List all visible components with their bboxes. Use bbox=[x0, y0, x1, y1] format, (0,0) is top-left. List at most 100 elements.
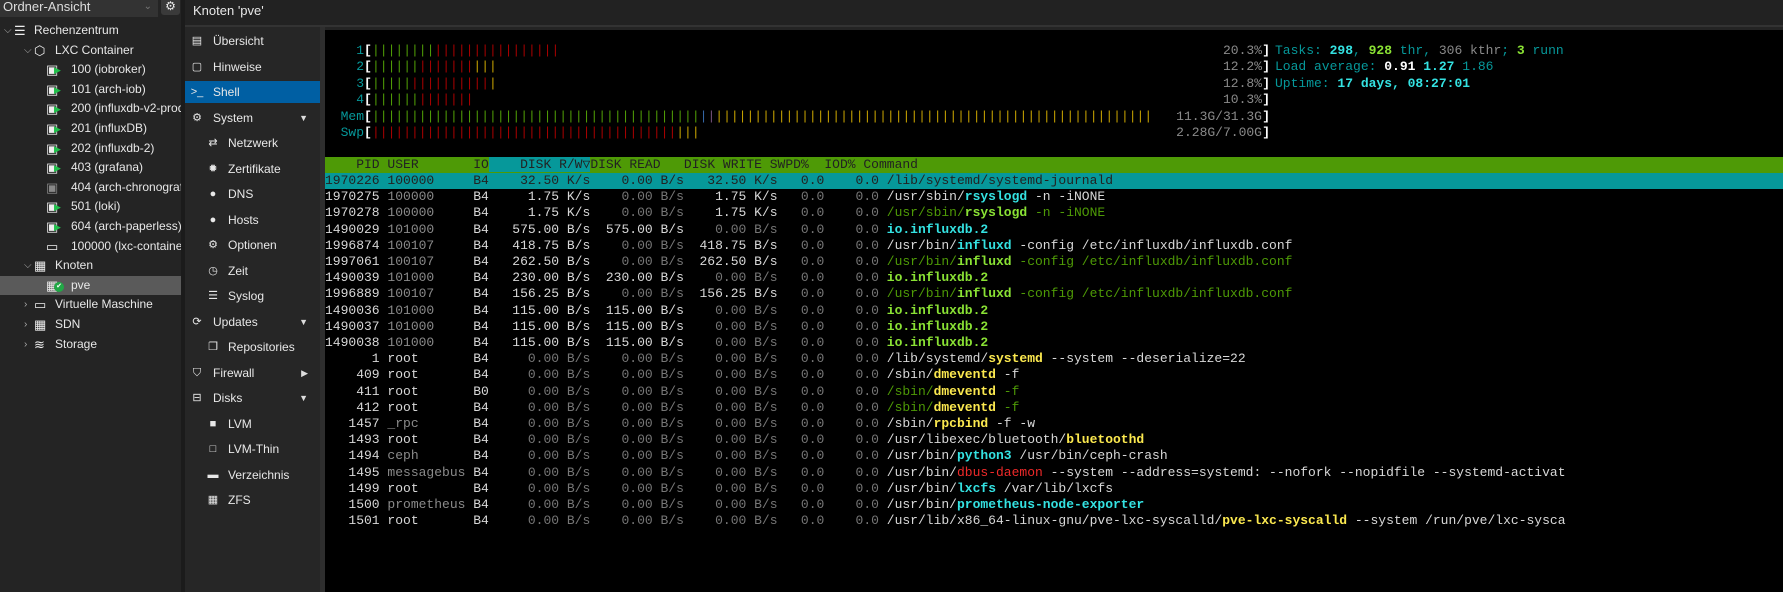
pid-cell: 1490036 bbox=[325, 302, 388, 318]
swpd-cell: 0.0 bbox=[777, 286, 825, 302]
tree-item-label: 501 (loki) bbox=[71, 199, 121, 214]
resource-tree: Ordner-Ansicht ⌄ ⚙ ⌵ ☰ Rechenzentrum ⌵ ⬡ LXC … bbox=[0, 0, 181, 592]
header-col-disk-write[interactable]: DISK WRITE bbox=[668, 157, 762, 172]
caret-down-icon[interactable]: ▼ bbox=[299, 387, 308, 409]
nav-item-zeit[interactable]: ◷ Zeit bbox=[185, 260, 320, 282]
swpd-cell: 0.0 bbox=[777, 432, 825, 448]
view-selector[interactable]: Ordner-Ansicht ⌄ bbox=[0, 0, 158, 17]
iod-cell: 0.0 bbox=[824, 205, 887, 221]
chevron-right-icon[interactable]: › bbox=[24, 335, 27, 354]
chevron-down-icon[interactable]: ⌵ bbox=[24, 41, 32, 60]
chevron-down-icon[interactable]: ⌵ bbox=[24, 256, 32, 275]
header-col-pid[interactable]: PID bbox=[325, 157, 387, 172]
process-row[interactable]: 1494 ceph B4 0.00 B/s 0.00 B/s 0.00 B/s … bbox=[325, 448, 1783, 464]
nav-item--bersicht[interactable]: ▤ Übersicht bbox=[185, 30, 320, 52]
nav-item-zertifikate[interactable]: ✹ Zertifikate bbox=[185, 158, 320, 180]
process-row[interactable]: 1490038 101000 B4 115.00 B/s 115.00 B/s … bbox=[325, 335, 1783, 351]
header-col-disk-rw[interactable]: DISK R/W▽ bbox=[488, 157, 591, 172]
tree-item[interactable]: ⌵ ▦ Knoten bbox=[0, 256, 181, 275]
tree-item[interactable]: ▣ ▶ 501 (loki) bbox=[0, 197, 181, 216]
process-row[interactable]: 1501 root B4 0.00 B/s 0.00 B/s 0.00 B/s … bbox=[325, 513, 1783, 529]
header-col-user[interactable]: USER bbox=[387, 157, 473, 172]
header-col-io[interactable]: IO bbox=[473, 157, 489, 172]
caret-right-icon[interactable]: ▶ bbox=[301, 362, 308, 384]
command-part: /usr/bin/ bbox=[886, 480, 957, 496]
process-row[interactable]: 1499 root B4 0.00 B/s 0.00 B/s 0.00 B/s … bbox=[325, 481, 1783, 497]
nav-item-hosts[interactable]: ● Hosts bbox=[185, 209, 320, 231]
command-part: -f bbox=[996, 367, 1020, 383]
process-row[interactable]: 1970226 100000 B4 32.50 K/s 0.00 B/s 32.… bbox=[325, 173, 1783, 189]
process-row[interactable]: 1490037 101000 B4 115.00 B/s 115.00 B/s … bbox=[325, 319, 1783, 335]
tree-item[interactable]: › ≋ Storage bbox=[0, 335, 181, 354]
tree-item-label: Rechenzentrum bbox=[34, 23, 119, 37]
process-row[interactable]: 1970278 100000 B4 1.75 K/s 0.00 B/s 1.75… bbox=[325, 205, 1783, 221]
io-cell: B4 bbox=[473, 221, 489, 237]
process-row[interactable]: 1490029 101000 B4 575.00 B/s 575.00 B/s … bbox=[325, 222, 1783, 238]
tree-item[interactable]: ▦ ✔ pve bbox=[0, 275, 181, 295]
chevron-right-icon[interactable]: › bbox=[24, 295, 27, 314]
header-col-iod[interactable]: IOD% bbox=[809, 157, 864, 172]
process-row[interactable]: 1490036 101000 B4 115.00 B/s 115.00 B/s … bbox=[325, 303, 1783, 319]
nav-item-dns[interactable]: ● DNS bbox=[185, 183, 320, 205]
process-row[interactable]: 1 root B4 0.00 B/s 0.00 B/s 0.00 B/s 0.0… bbox=[325, 351, 1783, 367]
nav-item-updates[interactable]: ⟳ Updates ▼ bbox=[185, 311, 320, 333]
tree-item[interactable]: ▣ ▶ 202 (influxdb-2) bbox=[0, 139, 181, 158]
nav-item-netzwerk[interactable]: ⇄ Netzwerk bbox=[185, 132, 320, 154]
chevron-down-icon[interactable]: ⌵ bbox=[4, 21, 12, 40]
tree-item[interactable]: ⌵ ☰ Rechenzentrum bbox=[0, 21, 181, 40]
tree-item[interactable]: ⌵ ⬡ LXC Container bbox=[0, 41, 181, 60]
tree-settings-button[interactable]: ⚙ bbox=[161, 0, 180, 15]
header-col-disk-read[interactable]: DISK READ bbox=[590, 157, 668, 172]
process-row[interactable]: 1493 root B4 0.00 B/s 0.00 B/s 0.00 B/s … bbox=[325, 432, 1783, 448]
tree-item[interactable]: › ▭ Virtuelle Maschine bbox=[0, 295, 181, 314]
nav-item-zfs[interactable]: ▦ ZFS bbox=[185, 489, 320, 511]
process-row[interactable]: 1996874 100107 B4 418.75 B/s 0.00 B/s 41… bbox=[325, 238, 1783, 254]
process-row[interactable]: 1495 messagebus B4 0.00 B/s 0.00 B/s 0.0… bbox=[325, 465, 1783, 481]
caret-down-icon[interactable]: ▼ bbox=[299, 107, 308, 129]
tree-item[interactable]: ▣ ▶ 100 (iobroker) bbox=[0, 60, 181, 79]
nav-item-shell[interactable]: >_ Shell bbox=[185, 81, 320, 103]
tree-item[interactable]: ▣ ▶ 201 (influxDB) bbox=[0, 119, 181, 138]
tree-item[interactable]: › ▦ SDN bbox=[0, 315, 181, 334]
nav-item-system[interactable]: ⚙ System ▼ bbox=[185, 107, 320, 129]
process-row[interactable]: 1490039 101000 B4 230.00 B/s 230.00 B/s … bbox=[325, 270, 1783, 286]
process-row[interactable]: 1457 _rpc B4 0.00 B/s 0.00 B/s 0.00 B/s … bbox=[325, 416, 1783, 432]
disk-write-cell: 0.00 B/s bbox=[683, 464, 778, 480]
nav-item-lvm-thin[interactable]: □ LVM-Thin bbox=[185, 438, 320, 460]
tree-item[interactable]: ▣ ▶ 403 (grafana) bbox=[0, 158, 181, 177]
tree-item[interactable]: ▣ ▶ 200 (influxdb-v2-prod) bbox=[0, 99, 181, 118]
process-row[interactable]: 411 root B0 0.00 B/s 0.00 B/s 0.00 B/s 0… bbox=[325, 384, 1783, 400]
process-row[interactable]: 1970275 100000 B4 1.75 K/s 0.00 B/s 1.75… bbox=[325, 189, 1783, 205]
command-part: /usr/bin/ bbox=[886, 286, 957, 302]
disk-rw-cell: 0.00 B/s bbox=[488, 399, 591, 415]
command-part: influxd bbox=[956, 237, 1012, 253]
tree-item[interactable]: ▣ ▶ 101 (arch-iob) bbox=[0, 80, 181, 99]
nav-item-syslog[interactable]: ☰ Syslog bbox=[185, 285, 320, 307]
nav-item-repositories[interactable]: ❐ Repositories bbox=[185, 336, 320, 358]
nav-item-hinweise[interactable]: ▢ Hinweise bbox=[185, 56, 320, 78]
nav-item-lvm[interactable]: ■ LVM bbox=[185, 413, 320, 435]
command-part: -config /etc/influxdb/influxdb.conf bbox=[1011, 254, 1293, 269]
meter-label: 4 bbox=[356, 92, 364, 108]
process-row[interactable]: 1997061 100107 B4 262.50 B/s 0.00 B/s 26… bbox=[325, 254, 1783, 270]
nav-item-disks[interactable]: ⊟ Disks ▼ bbox=[185, 387, 320, 409]
command-part: /usr/bin/ bbox=[886, 237, 957, 253]
process-row[interactable]: 1996889 100107 B4 156.25 B/s 0.00 B/s 15… bbox=[325, 286, 1783, 302]
header-col-command[interactable]: Command bbox=[863, 157, 918, 172]
process-row[interactable]: 1500 prometheus B4 0.00 B/s 0.00 B/s 0.0… bbox=[325, 497, 1783, 513]
process-row[interactable]: 412 root B4 0.00 B/s 0.00 B/s 0.00 B/s 0… bbox=[325, 400, 1783, 416]
meter-mem: Mem[||||||||||||||||||||||||||||||||||||… bbox=[325, 109, 1270, 125]
process-row[interactable]: 409 root B4 0.00 B/s 0.00 B/s 0.00 B/s 0… bbox=[325, 367, 1783, 383]
nav-item-optionen[interactable]: ⚙ Optionen bbox=[185, 234, 320, 256]
nav-item-verzeichnis[interactable]: ▬ Verzeichnis bbox=[185, 464, 320, 486]
caret-down-icon[interactable]: ▼ bbox=[299, 311, 308, 333]
header-col-swpd[interactable]: SWPD% bbox=[762, 157, 809, 172]
chevron-right-icon[interactable]: › bbox=[24, 315, 27, 334]
nav-item-firewall[interactable]: ⛉ Firewall ▶ bbox=[185, 362, 320, 384]
tree-item[interactable]: ▣ 404 (arch-chronograf) bbox=[0, 178, 181, 197]
disk-read-cell: 0.00 B/s bbox=[590, 399, 684, 415]
shell-terminal[interactable]: 1[|||||||||||||||||||||||| 20.3%] 2[||||||… bbox=[325, 30, 1783, 592]
tree-item[interactable]: ▭ 100000 (lxc-container-te bbox=[0, 237, 181, 256]
swpd-cell: 0.0 bbox=[777, 513, 825, 529]
tree-item[interactable]: ▣ ▶ 604 (arch-paperless) bbox=[0, 217, 181, 236]
